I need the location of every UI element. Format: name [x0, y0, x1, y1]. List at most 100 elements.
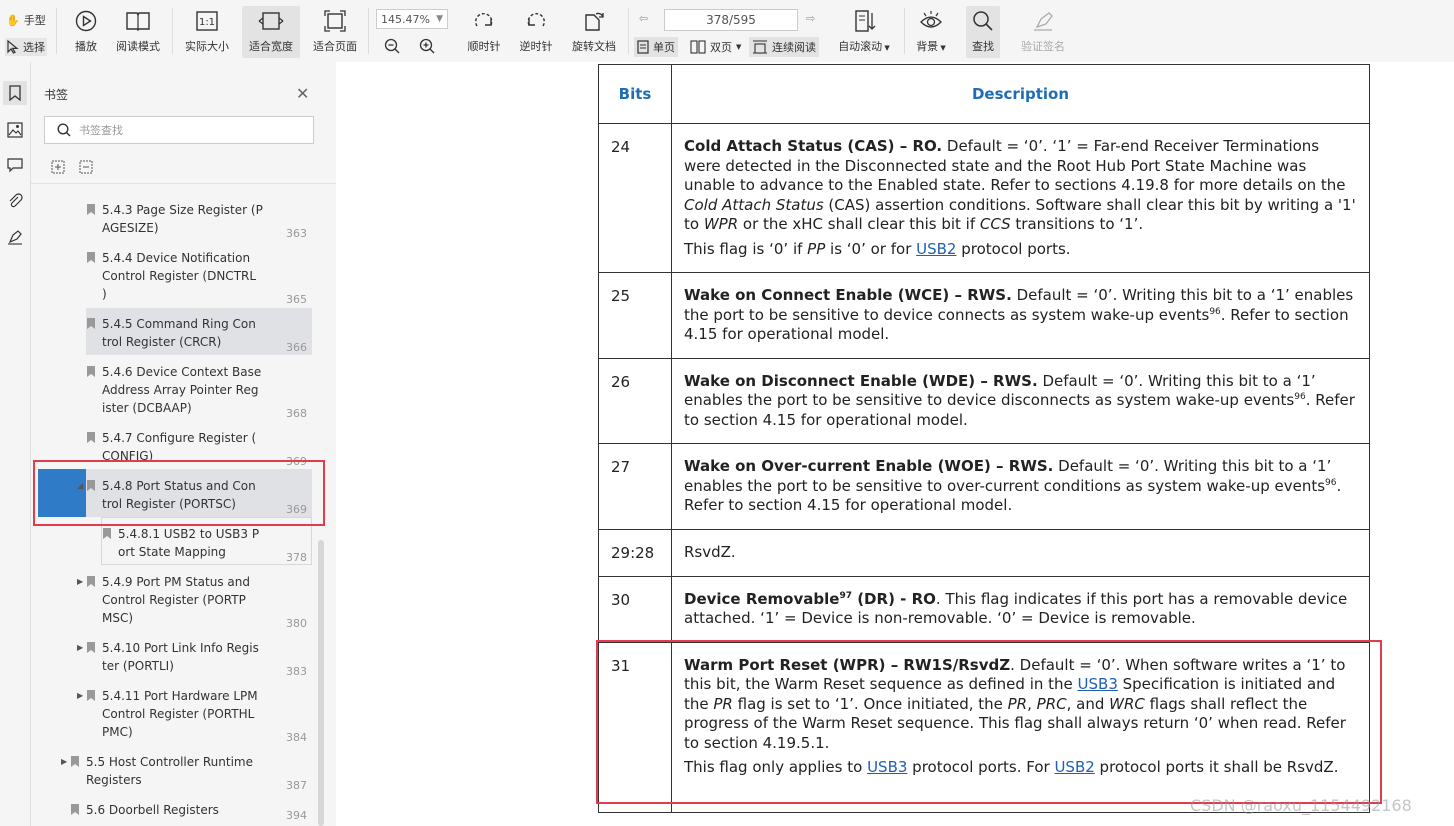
panel-title: 书签 — [44, 88, 69, 102]
expand-all-icon[interactable] — [51, 160, 65, 174]
zoom-select[interactable]: 145.47% ▼ — [376, 9, 448, 29]
verify-signature-button[interactable]: 验证签名 — [1016, 6, 1070, 58]
find-button[interactable]: 查找 — [966, 6, 1000, 58]
bookmark-line-1: 5.4.11 Port Hardware LPM — [102, 689, 258, 703]
bookmark-flag-icon — [71, 804, 79, 815]
eye-icon — [918, 8, 944, 34]
actual-size-icon: 1:1 — [194, 8, 220, 34]
bookmark-page: 378 — [286, 551, 307, 564]
bookmark-line-1: 5.4.3 Page Size Register (P — [102, 203, 263, 217]
rotate-ccw-label: 逆时针 — [519, 40, 553, 53]
hand-tool-button[interactable]: ✋ 手型 — [6, 12, 46, 28]
zoom-value: 145.47% — [381, 12, 430, 26]
thumbnail-panel-tab[interactable] — [3, 118, 27, 142]
toolbar-divider — [56, 8, 57, 54]
bookmark-line-3: ister (DCBAAP) — [102, 401, 192, 415]
prev-page-button[interactable]: ⇦ — [639, 12, 648, 25]
table-row: 24 Cold Attach Status (CAS) – RO. Defaul… — [598, 123, 1370, 273]
read-mode-button[interactable]: 阅读模式 — [110, 6, 166, 58]
bookmark-flag-icon — [87, 576, 95, 587]
table-row: 25 Wake on Connect Enable (WCE) – RWS. D… — [598, 272, 1370, 359]
zoom-in-button[interactable] — [419, 38, 435, 54]
bookmark-flag-icon — [87, 366, 95, 377]
bookmark-line-2: ter (PORTLI) — [102, 659, 174, 673]
single-page-label: 单页 — [653, 41, 675, 54]
bookmark-page: 366 — [286, 341, 307, 354]
find-label: 查找 — [972, 40, 994, 53]
bookmark-label: 5.4.3 Page Size Register (P AGESIZE) — [102, 201, 263, 237]
close-icon[interactable]: ✕ — [296, 84, 309, 103]
bookmark-line-1: 5.5 Host Controller Runtime — [86, 755, 253, 769]
bookmark-line-1: 5.6 Doorbell Registers — [86, 803, 219, 817]
bookmark-line-1: 5.4.4 Device Notification — [102, 251, 251, 265]
continuous-read-button[interactable]: 连续阅读 — [749, 37, 819, 57]
bookmark-line-2: Registers — [86, 773, 142, 787]
actual-size-button[interactable]: 1:1 实际大小 — [180, 6, 234, 58]
chevron-down-icon: ▼ — [736, 43, 742, 51]
select-tool-button[interactable]: 选择 — [5, 38, 47, 56]
next-page-button[interactable]: ⇨ — [806, 12, 815, 25]
collapse-all-icon[interactable] — [79, 160, 93, 174]
bookmark-line-1: 5.4.10 Port Link Info Regis — [102, 641, 259, 655]
row-bits: 29:28 — [598, 528, 672, 577]
auto-scroll-button[interactable]: 自动滚动 ▼ — [834, 6, 894, 58]
row-bits: 25 — [598, 272, 672, 359]
rotate-cw-button[interactable]: 顺时针 — [464, 6, 504, 58]
bookmark-scrollbar[interactable] — [318, 540, 324, 826]
bookmark-page: 368 — [286, 407, 307, 420]
document-view[interactable]: Bits Description 24 Cold Attach Status (… — [336, 62, 1454, 826]
usb2-link[interactable]: USB2 — [916, 240, 956, 258]
toolbar-divider — [904, 8, 905, 54]
double-page-button[interactable]: 双页 ▼ — [690, 39, 741, 55]
bookmark-icon — [9, 85, 21, 101]
search-icon — [57, 123, 71, 137]
bookmark-page: 387 — [286, 779, 307, 792]
fit-width-icon — [258, 8, 284, 34]
chevron-down-icon: ▼ — [882, 44, 890, 52]
fit-width-button[interactable]: 适合宽度 — [242, 6, 300, 58]
bookmark-panel-tab[interactable] — [3, 81, 27, 105]
continuous-icon — [753, 40, 767, 54]
caret-right-icon[interactable]: ▶ — [77, 639, 83, 657]
background-button[interactable]: 背景 ▼ — [912, 6, 950, 58]
row-description: Wake on Connect Enable (WCE) – RWS. Defa… — [671, 272, 1370, 359]
row-bits: 24 — [598, 123, 672, 273]
play-label: 播放 — [75, 40, 97, 53]
bookmark-line-1: 5.4.5 Command Ring Con — [102, 317, 256, 331]
table-row: 30 Device Removable97 (DR) - RO. This fl… — [598, 575, 1370, 643]
bookmark-page: 384 — [286, 731, 307, 744]
bookmark-flag-icon — [71, 756, 79, 767]
single-page-button[interactable]: 单页 — [634, 37, 678, 57]
auto-scroll-label: 自动滚动 — [838, 40, 883, 53]
verify-signature-label: 验证签名 — [1021, 40, 1065, 53]
bookmark-search-input[interactable]: 书签查找 — [44, 116, 314, 144]
rotate-doc-button[interactable]: 旋转文档 — [568, 6, 620, 58]
caret-right-icon[interactable]: ▶ — [77, 687, 83, 705]
bookmark-line-3: ) — [102, 287, 107, 301]
paperclip-icon — [9, 193, 23, 208]
zoom-out-button[interactable] — [384, 38, 400, 54]
table-row: 26 Wake on Disconnect Enable (WDE) – RWS… — [598, 357, 1370, 444]
side-icon-strip — [0, 62, 31, 826]
page-number-input[interactable]: 378/595 — [664, 9, 798, 31]
signature-panel-tab[interactable] — [3, 225, 27, 249]
bookmark-line-2: AGESIZE) — [102, 221, 159, 235]
toolbar: ✋ 手型 选择 播放 阅读模式 1:1 实际大小 适合宽度 适合页面 145.4… — [0, 0, 1454, 63]
rotate-ccw-button[interactable]: 逆时针 — [516, 6, 556, 58]
highlight-box-bookmark — [33, 460, 325, 526]
highlight-box-wpr — [596, 640, 1382, 804]
comment-panel-tab[interactable] — [3, 153, 27, 177]
bookmark-page: 365 — [286, 293, 307, 306]
play-button[interactable]: 播放 — [70, 6, 102, 58]
bookmark-page: 363 — [286, 227, 307, 240]
chevron-down-icon: ▼ — [938, 44, 946, 52]
table-row: 29:28 RsvdZ. — [598, 528, 1370, 577]
double-page-label: 双页 — [710, 41, 732, 54]
book-icon — [125, 8, 151, 34]
caret-right-icon[interactable]: ▶ — [77, 573, 83, 591]
attachment-panel-tab[interactable] — [3, 189, 27, 213]
caret-right-icon[interactable]: ▶ — [61, 753, 67, 771]
bookmark-page: 380 — [286, 617, 307, 630]
bookmark-flag-icon — [87, 252, 95, 263]
fit-page-button[interactable]: 适合页面 — [308, 6, 362, 58]
